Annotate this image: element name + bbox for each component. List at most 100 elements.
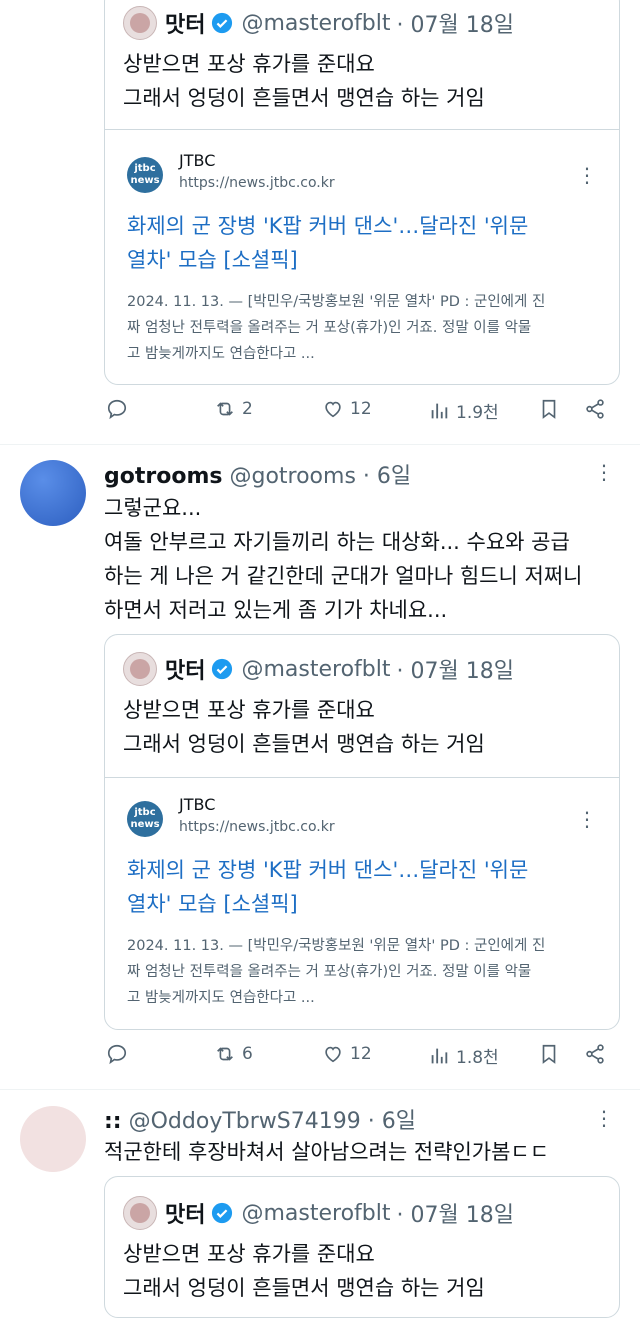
like-button[interactable]: 12 [322,1043,372,1065]
quoted-tweet-card[interactable]: 맛터 @masterofblt · 07월 18일 상받으면 포상 휴가를 준대… [104,634,620,1030]
divider [105,129,619,130]
author-name[interactable]: 맛터 [165,7,205,39]
tweet-date[interactable]: · 07월 18일 [397,7,514,39]
author-handle[interactable]: @masterofblt [241,657,390,682]
tweet-text-line: 여돌 안부르고 자기들끼리 하는 대상화... 수요와 공급 [104,530,570,554]
share-icon [586,1044,604,1064]
tweet-date[interactable]: · 6일 [363,464,411,489]
link-source-url[interactable]: https://news.jtbc.co.kr [179,175,335,191]
author-handle[interactable]: @OddoyTbrwS74199 [129,1109,361,1134]
tweet-header: gotrooms @gotrooms · 6일 [104,458,411,490]
quoted-text-line: 그래서 엉덩이 흔들면서 맹연습 하는 거임 [123,1276,485,1300]
reply-button[interactable] [106,398,128,420]
tweet-header: :: @OddoyTbrwS74199 · 6일 [104,1103,416,1135]
article-desc-line: 짜 엄청난 전투력을 올려주는 거 포상(휴가)인 거죠. 정말 이를 악물 [127,320,532,336]
repost-count: 2 [242,399,253,419]
jtbc-logo-icon: jtbc news [127,801,163,837]
reply-icon [107,399,127,420]
heart-icon [325,401,341,418]
tweet-actions: 6 12 1.8천 [104,1043,618,1075]
quoted-text-line: 그래서 엉덩이 흔들면서 맹연습 하는 거임 [123,86,485,110]
tweet-date[interactable]: · 07월 18일 [397,1197,514,1229]
more-icon[interactable]: ⋮ [594,460,614,484]
views-button[interactable]: 1.8천 [428,1043,499,1068]
link-source-name: JTBC [179,795,216,814]
quoted-tweet-card[interactable]: 맛터 @masterofblt · 07월 18일 상받으면 포상 휴가를 준대… [104,0,620,385]
repost-icon [217,1047,233,1061]
article-title-line: 열차' 모습 [소셜픽] [127,892,298,916]
link-source-url[interactable]: https://news.jtbc.co.kr [179,819,335,835]
like-button[interactable]: 12 [322,398,372,420]
more-icon[interactable]: ⋮ [577,165,597,185]
tweet-text-line: 그렇군요... [104,496,202,520]
article-description: 2024. 11. 13. — [박민우/국방홍보원 '위문 열차' PD : … [127,289,601,367]
reply-icon [107,1044,127,1065]
like-count: 12 [350,399,372,419]
reply-button[interactable] [106,1043,128,1065]
article-desc-line: 2024. 11. 13. — [박민우/국방홍보원 '위문 열차' PD : … [127,294,546,310]
quoted-tweet-card[interactable]: 맛터 @masterofblt · 07월 18일 상받으면 포상 휴가를 준대… [104,1176,620,1318]
article-description: 2024. 11. 13. — [박민우/국방홍보원 '위문 열차' PD : … [127,933,601,1011]
tweet-date[interactable]: · 6일 [368,1109,416,1134]
verified-badge-icon [212,658,233,680]
repost-count: 6 [242,1044,253,1064]
heart-icon [325,1046,341,1063]
article-title-line: 화제의 군 장병 'K팝 커버 댄스'…달라진 '위문 [127,858,529,882]
repost-button[interactable]: 2 [214,398,253,420]
views-icon [431,403,448,418]
link-source-name: JTBC [179,151,216,170]
tweet-date[interactable]: · 07월 18일 [397,653,514,685]
share-button[interactable] [584,1043,606,1065]
quoted-tweet-header: 맛터 @masterofblt · 07월 18일 [123,1195,514,1231]
quoted-tweet-header: 맛터 @masterofblt · 07월 18일 [123,5,514,41]
bookmark-icon [542,399,556,419]
avatar[interactable] [123,6,157,40]
divider [105,777,619,778]
bookmark-button[interactable] [538,1043,560,1065]
article-title[interactable]: 화제의 군 장병 'K팝 커버 댄스'…달라진 '위문 열차' 모습 [소셜픽] [127,209,599,277]
like-count: 12 [350,1044,372,1064]
quoted-text-line: 상받으면 포상 휴가를 준대요 [123,1242,375,1266]
avatar[interactable] [20,460,86,526]
views-button[interactable]: 1.9천 [428,398,499,423]
article-desc-line: 2024. 11. 13. — [박민우/국방홍보원 '위문 열차' PD : … [127,938,546,954]
author-handle[interactable]: @gotrooms [229,464,355,489]
avatar[interactable] [20,1106,86,1172]
tweet-text-line: 적군한테 후장바쳐서 살아남으려는 전략인가봄ㄷㄷ [104,1140,550,1164]
jtbc-logo-icon: jtbc news [127,157,163,193]
views-icon [431,1048,448,1063]
article-title-line: 열차' 모습 [소셜픽] [127,248,298,272]
avatar[interactable] [123,1196,157,1230]
tweet-actions: 2 12 1.9천 [104,398,618,430]
author-name[interactable]: gotrooms [104,464,222,489]
more-icon[interactable]: ⋮ [577,809,597,829]
article-title[interactable]: 화제의 군 장병 'K팝 커버 댄스'…달라진 '위문 열차' 모습 [소셜픽] [127,853,599,921]
share-button[interactable] [584,398,606,420]
share-icon [586,399,604,419]
verified-badge-icon [212,1202,233,1224]
article-desc-line: 고 밤늦게까지도 연습한다고 ... [127,990,315,1006]
article-title-line: 화제의 군 장병 'K팝 커버 댄스'…달라진 '위문 [127,214,529,238]
quoted-text-line: 그래서 엉덩이 흔들면서 맹연습 하는 거임 [123,732,485,756]
tweet-separator [0,444,640,445]
views-count: 1.9천 [456,403,499,423]
repost-icon [217,402,233,416]
author-name[interactable]: 맛터 [165,653,205,685]
tweet-text-line: 하면서 저러고 있는게 좀 기가 차네요... [104,598,448,622]
tweet-separator [0,1089,640,1090]
repost-button[interactable]: 6 [214,1043,253,1065]
avatar[interactable] [123,652,157,686]
author-handle[interactable]: @masterofblt [241,1201,390,1226]
bookmark-icon [542,1044,556,1064]
bookmark-button[interactable] [538,398,560,420]
quoted-text-line: 상받으면 포상 휴가를 준대요 [123,698,375,722]
author-handle[interactable]: @masterofblt [241,11,390,36]
tweet-text-line: 하는 게 나은 거 같긴한데 군대가 얼마나 힘드니 저쩌니 [104,564,583,588]
author-name[interactable]: 맛터 [165,1197,205,1229]
quoted-tweet-header: 맛터 @masterofblt · 07월 18일 [123,651,514,687]
author-name[interactable]: :: [104,1109,122,1134]
verified-badge-icon [212,12,233,34]
views-count: 1.8천 [456,1048,499,1068]
article-desc-line: 짜 엄청난 전투력을 올려주는 거 포상(휴가)인 거죠. 정말 이를 악물 [127,964,532,980]
more-icon[interactable]: ⋮ [594,1106,614,1130]
